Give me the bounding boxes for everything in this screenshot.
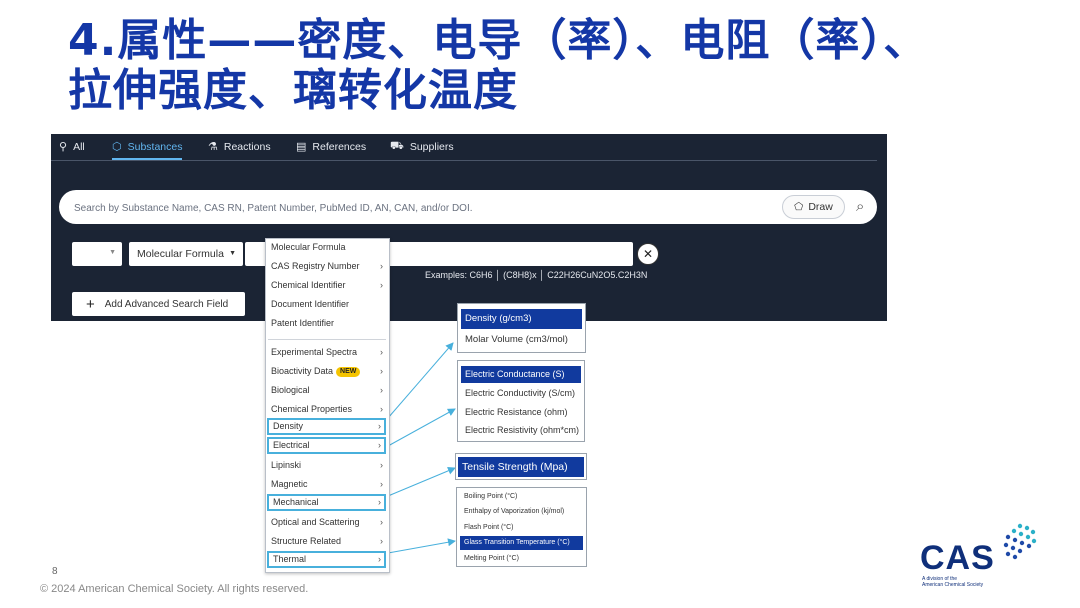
page-number: 8 xyxy=(52,566,58,577)
chevron-right-icon: › xyxy=(378,497,381,507)
menu-item-thermal[interactable]: Thermal › xyxy=(267,551,386,568)
menu-divider xyxy=(268,339,386,340)
option-electric-resistance[interactable]: Electric Resistance (ohm) xyxy=(461,404,581,421)
menu-item-experimental-spectra[interactable]: Experimental Spectra › xyxy=(267,344,386,361)
menu-item-mechanical[interactable]: Mechanical › xyxy=(267,494,386,511)
option-molar-volume[interactable]: Molar Volume (cm3/mol) xyxy=(461,331,582,349)
chevron-right-icon: › xyxy=(380,347,383,357)
search-field-dropdown: Molecular Formula CAS Registry Number › C… xyxy=(265,238,390,573)
menu-item-chemical-properties[interactable]: Chemical Properties › xyxy=(267,401,386,418)
chevron-right-icon: › xyxy=(380,460,383,470)
menu-item-document-identifier[interactable]: Document Identifier xyxy=(267,296,386,313)
menu-item-electrical[interactable]: Electrical › xyxy=(267,437,386,454)
menu-item-molecular-formula[interactable]: Molecular Formula xyxy=(267,239,386,256)
new-badge: NEW xyxy=(336,367,361,377)
menu-item-patent-identifier[interactable]: Patent Identifier xyxy=(267,315,386,332)
chevron-right-icon: › xyxy=(380,261,383,271)
density-submenu: Density (g/cm3) Molar Volume (cm3/mol) xyxy=(457,303,586,353)
logo-sub-line2: American Chemical Society xyxy=(922,582,984,588)
option-tensile-strength[interactable]: Tensile Strength (Mpa) xyxy=(458,457,584,477)
menu-item-biological[interactable]: Biological › xyxy=(267,382,386,399)
option-glass-transition-temperature[interactable]: Glass Transition Temperature (°C) xyxy=(460,536,583,550)
menu-item-chemical-identifier[interactable]: Chemical Identifier › xyxy=(267,277,386,294)
cas-logo-text: CAS xyxy=(920,539,995,577)
menu-item-bioactivity-data[interactable]: Bioactivity Data NEW › xyxy=(267,363,386,380)
mechanical-submenu: Tensile Strength (Mpa) xyxy=(455,453,587,480)
option-density[interactable]: Density (g/cm3) xyxy=(461,309,582,329)
chevron-right-icon: › xyxy=(378,421,381,431)
cas-logo-dots-icon xyxy=(1003,523,1037,560)
chevron-right-icon: › xyxy=(378,554,381,564)
menu-item-cas-registry-number[interactable]: CAS Registry Number › xyxy=(267,258,386,275)
menu-item-optical-and-scattering[interactable]: Optical and Scattering › xyxy=(267,514,386,531)
option-electric-conductance[interactable]: Electric Conductance (S) xyxy=(461,366,581,383)
option-melting-point[interactable]: Melting Point (°C) xyxy=(460,552,583,566)
option-boiling-point[interactable]: Boiling Point (°C) xyxy=(460,490,583,504)
chevron-right-icon: › xyxy=(380,479,383,489)
cas-logo-subtitle: A division of the American Chemical Soci… xyxy=(922,576,1012,588)
chevron-right-icon: › xyxy=(380,517,383,527)
chevron-right-icon: › xyxy=(380,366,383,376)
menu-item-density[interactable]: Density › xyxy=(267,418,386,435)
chevron-right-icon: › xyxy=(380,385,383,395)
chevron-right-icon: › xyxy=(380,280,383,290)
option-electric-conductivity[interactable]: Electric Conductivity (S/cm) xyxy=(461,385,581,402)
option-electric-resistivity[interactable]: Electric Resistivity (ohm*cm) xyxy=(461,422,581,439)
menu-item-lipinski[interactable]: Lipinski › xyxy=(267,457,386,474)
menu-item-magnetic[interactable]: Magnetic › xyxy=(267,476,386,493)
copyright-footer: © 2024 American Chemical Society. All ri… xyxy=(40,583,309,595)
chevron-right-icon: › xyxy=(378,440,381,450)
option-enthalpy-of-vaporization[interactable]: Enthalpy of Vaporization (kj/mol) xyxy=(460,505,583,519)
thermal-submenu: Boiling Point (°C) Enthalpy of Vaporizat… xyxy=(456,487,587,567)
electrical-submenu: Electric Conductance (S) Electric Conduc… xyxy=(457,360,585,442)
chevron-right-icon: › xyxy=(380,404,383,414)
chevron-right-icon: › xyxy=(380,536,383,546)
menu-item-structure-related[interactable]: Structure Related › xyxy=(267,533,386,550)
option-flash-point[interactable]: Flash Point (°C) xyxy=(460,521,583,535)
